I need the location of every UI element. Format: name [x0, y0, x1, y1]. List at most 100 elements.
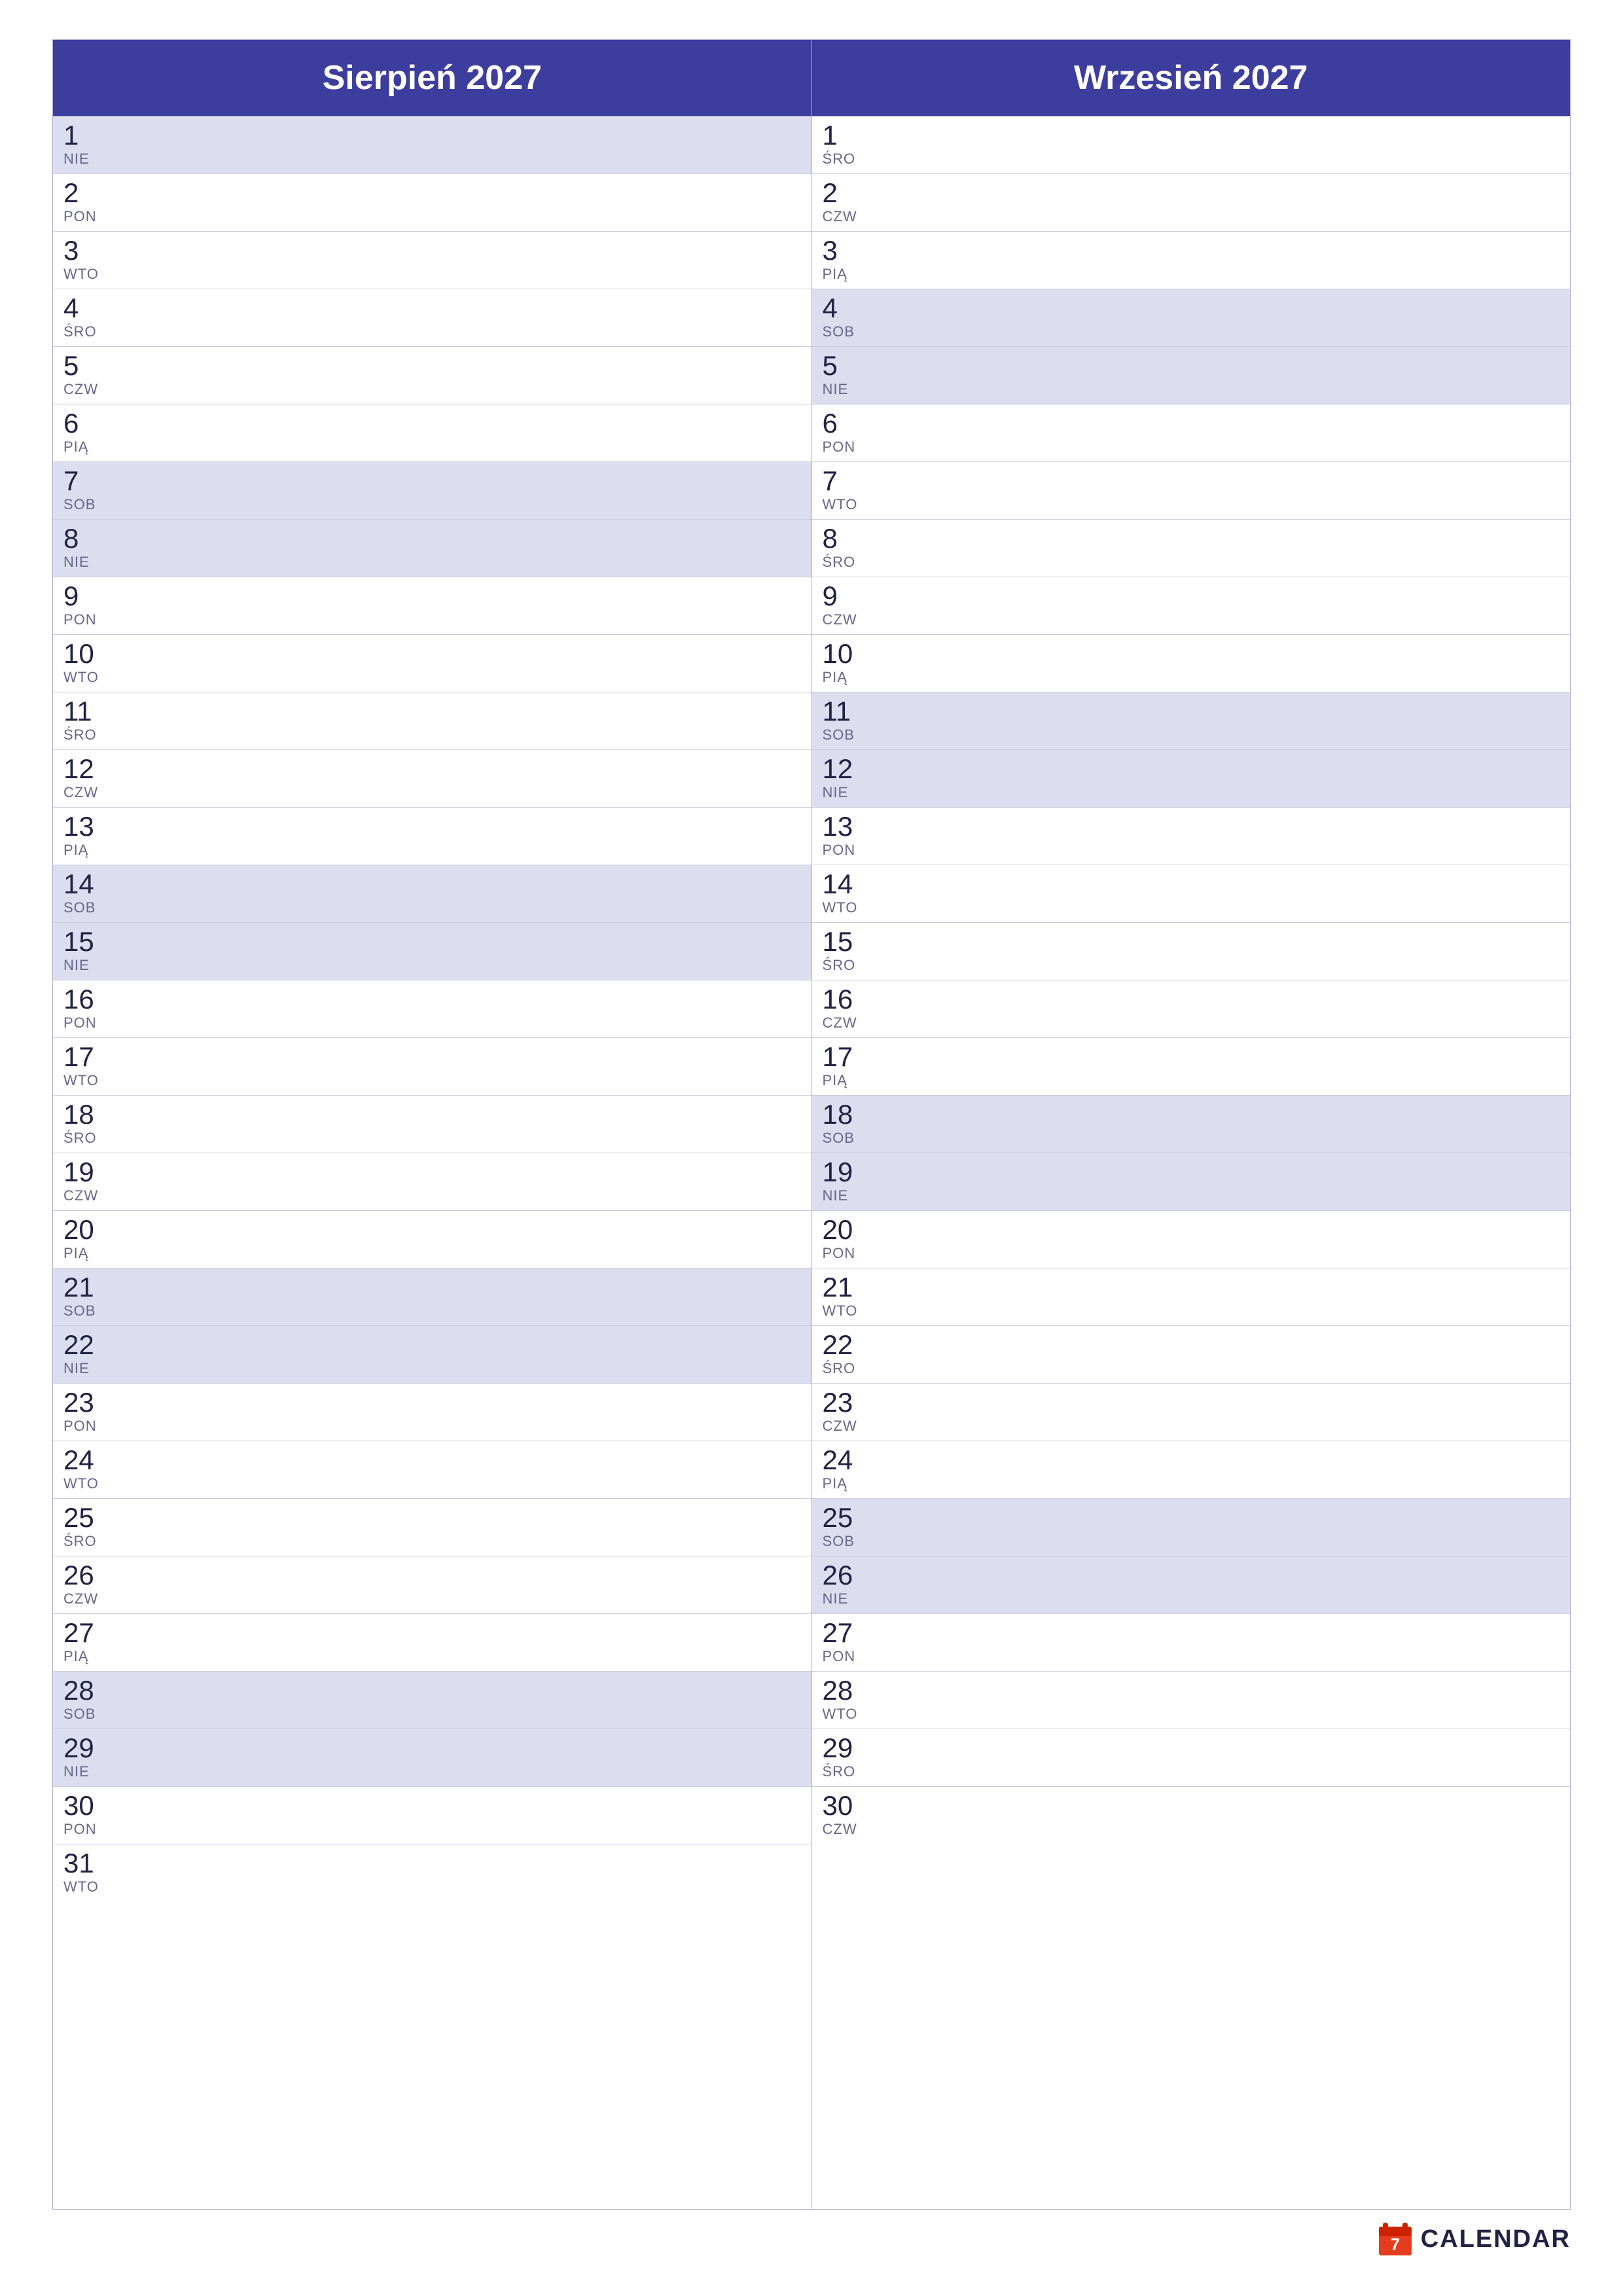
day-label: SOB — [63, 496, 109, 513]
day-number: 4 — [823, 295, 868, 322]
day-row: 28 WTO — [812, 1672, 1571, 1729]
day-row: 18ŚRO — [53, 1096, 812, 1153]
day-info: 18SOB — [823, 1101, 868, 1147]
day-row: 12CZW — [53, 750, 812, 808]
day-label: NIE — [63, 151, 109, 168]
day-row: 20PIĄ — [53, 1211, 812, 1268]
day-info: 3 WTO — [63, 237, 109, 283]
day-info: 7SOB — [63, 467, 109, 513]
day-label: PON — [63, 1821, 109, 1838]
day-number: 23 — [63, 1389, 109, 1416]
day-number: 23 — [823, 1389, 868, 1416]
day-info: 15ŚRO — [823, 928, 868, 974]
day-label: PIĄ — [63, 439, 109, 456]
day-label: PON — [823, 1245, 868, 1262]
day-info: 6PIĄ — [63, 410, 109, 456]
day-row: 15ŚRO — [812, 923, 1571, 980]
day-row: 22NIE — [53, 1326, 812, 1384]
day-row: 8ŚRO — [812, 520, 1571, 577]
day-info: 13 PON — [823, 813, 868, 859]
day-info: 1ŚRO — [823, 122, 868, 168]
month-header-0: Sierpień 2027 — [53, 40, 812, 117]
day-info: 11SOB — [823, 698, 868, 744]
day-label: NIE — [63, 1763, 109, 1780]
day-label: CZW — [823, 1014, 868, 1031]
day-number: 5 — [63, 352, 109, 380]
day-label: PON — [63, 1418, 109, 1435]
day-label: WTO — [823, 496, 868, 513]
day-label: PON — [63, 208, 109, 225]
day-row: 11SOB — [812, 692, 1571, 750]
day-row: 26NIE — [812, 1556, 1571, 1614]
day-info: 27PIĄ — [63, 1619, 109, 1665]
day-info: 28SOB — [63, 1677, 109, 1723]
day-number: 12 — [823, 755, 868, 783]
day-info: 17WTO — [63, 1043, 109, 1089]
day-label: WTO — [63, 266, 109, 283]
day-row: 13PIĄ — [53, 808, 812, 865]
day-number: 7 — [823, 467, 868, 495]
day-row: 3PIĄ — [812, 232, 1571, 289]
day-info: 14WTO — [823, 870, 868, 916]
day-label: PON — [63, 1014, 109, 1031]
day-number: 13 — [823, 813, 868, 840]
day-info: 24PIĄ — [823, 1446, 868, 1492]
day-label: CZW — [823, 1418, 868, 1435]
day-info: 30PON — [63, 1792, 109, 1838]
day-label: SOB — [823, 1130, 868, 1147]
day-info: 12NIE — [823, 755, 868, 801]
page: Sierpień 20271NIE2PON3WTO4ŚRO5CZW6PIĄ7SO… — [0, 0, 1623, 2296]
day-row: 25SOB — [812, 1499, 1571, 1556]
day-row: 2PON — [53, 174, 812, 232]
day-label: PIĄ — [63, 842, 109, 859]
day-number: 1 — [63, 122, 109, 149]
day-number: 11 — [63, 698, 109, 725]
day-row: 24WTO — [53, 1441, 812, 1499]
day-row: 5CZW — [53, 347, 812, 404]
footer: 7 CALENDAR — [52, 2210, 1571, 2257]
day-label: PON — [823, 439, 868, 456]
day-label: ŚRO — [63, 726, 109, 744]
day-number: 3 — [63, 237, 109, 264]
day-number: 19 — [823, 1158, 868, 1186]
day-label: CZW — [823, 208, 868, 225]
day-label: NIE — [63, 957, 109, 974]
day-label: WTO — [63, 1072, 109, 1089]
day-info: 19CZW — [63, 1158, 109, 1204]
day-info: 5NIE — [823, 352, 868, 398]
day-info: 28 WTO — [823, 1677, 868, 1723]
day-row: 28SOB — [53, 1672, 812, 1729]
day-info: 9CZW — [823, 583, 868, 628]
day-number: 27 — [63, 1619, 109, 1647]
day-info: 16CZW — [823, 986, 868, 1031]
day-label: PON — [63, 611, 109, 628]
day-number: 29 — [823, 1734, 868, 1762]
day-label: WTO — [823, 1302, 868, 1319]
day-label: CZW — [823, 1821, 868, 1838]
day-number: 17 — [823, 1043, 868, 1071]
logo-text: CALENDAR — [1421, 2225, 1571, 2253]
day-row: 13 PON — [812, 808, 1571, 865]
day-number: 28 — [823, 1677, 868, 1704]
day-row: 27PIĄ — [53, 1614, 812, 1672]
day-row: 9CZW — [812, 577, 1571, 635]
day-label: PIĄ — [823, 1072, 868, 1089]
day-row: 18SOB — [812, 1096, 1571, 1153]
day-label: WTO — [823, 1706, 868, 1723]
day-number: 14 — [823, 870, 868, 898]
day-row: 5NIE — [812, 347, 1571, 404]
day-info: 1 NIE — [63, 122, 109, 168]
day-row: 6PIĄ — [53, 404, 812, 462]
day-info: 30CZW — [823, 1792, 868, 1838]
day-number: 24 — [63, 1446, 109, 1474]
day-info: 25SOB — [823, 1504, 868, 1550]
day-info: 3PIĄ — [823, 237, 868, 283]
day-number: 16 — [823, 986, 868, 1013]
day-label: SOB — [63, 1706, 109, 1723]
day-label: PON — [823, 842, 868, 859]
day-label: WTO — [63, 1878, 109, 1895]
day-number: 5 — [823, 352, 868, 380]
day-label: CZW — [63, 784, 109, 801]
day-row: 14SOB — [53, 865, 812, 923]
day-label: ŚRO — [823, 151, 868, 168]
